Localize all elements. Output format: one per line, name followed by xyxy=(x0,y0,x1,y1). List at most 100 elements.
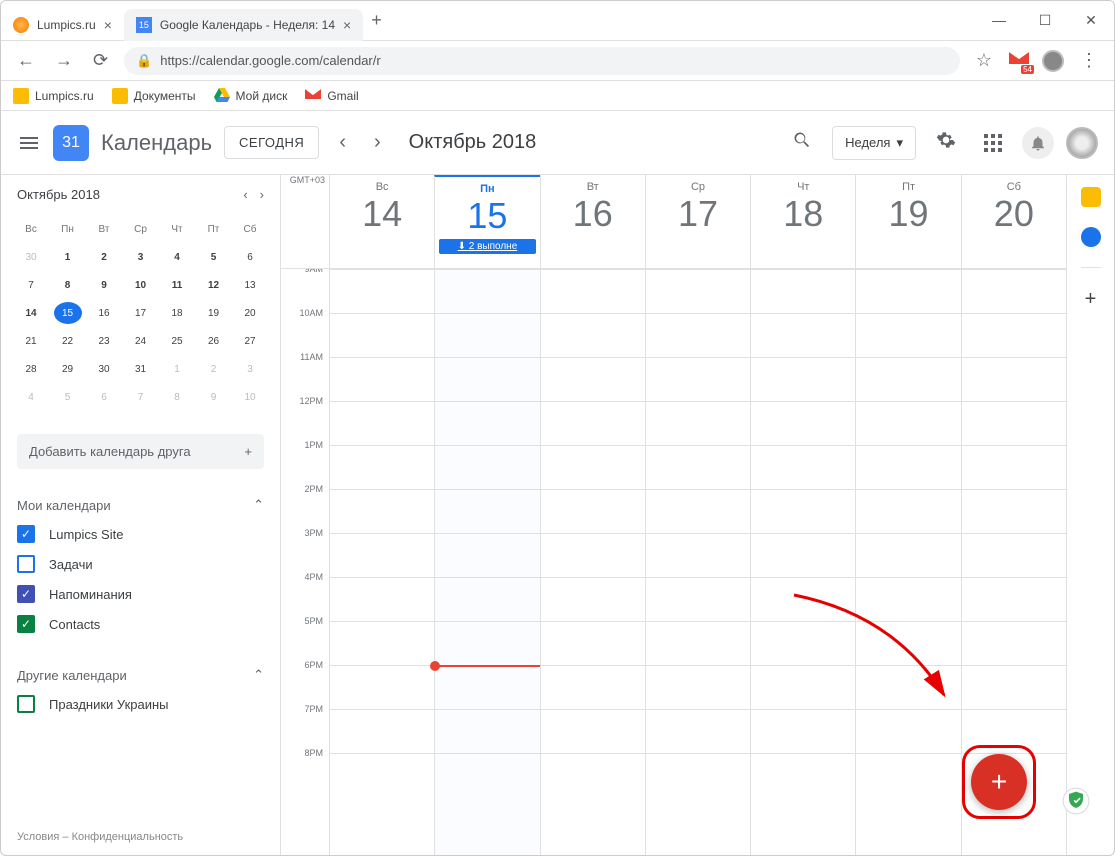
grid-column[interactable] xyxy=(434,269,539,855)
minical-day[interactable]: 27 xyxy=(236,330,264,352)
minical-day[interactable]: 9 xyxy=(90,274,118,296)
grid-column[interactable] xyxy=(540,269,645,855)
profile-avatar-ext[interactable] xyxy=(1042,50,1064,72)
minical-day[interactable]: 28 xyxy=(17,358,45,380)
day-header[interactable]: Пт19 xyxy=(855,175,960,268)
grid-column[interactable] xyxy=(855,269,960,855)
checkbox[interactable] xyxy=(17,555,35,573)
minical-day[interactable]: 9 xyxy=(200,386,228,408)
minical-day[interactable]: 22 xyxy=(54,330,82,352)
minical-day[interactable]: 19 xyxy=(200,302,228,324)
minical-day[interactable]: 1 xyxy=(54,246,82,268)
footer-links[interactable]: Условия – Конфиденциальность xyxy=(17,817,264,843)
minical-next[interactable]: › xyxy=(260,187,264,202)
minical-day[interactable]: 10 xyxy=(127,274,155,296)
minical-day[interactable]: 5 xyxy=(200,246,228,268)
time-grid[interactable]: 9AM10AM11AM12PM1PM2PM3PM4PM5PM6PM7PM8PM xyxy=(281,269,1066,855)
grid-column[interactable] xyxy=(750,269,855,855)
create-event-button[interactable]: + xyxy=(971,754,1027,810)
minical-day[interactable]: 2 xyxy=(90,246,118,268)
minical-day[interactable]: 12 xyxy=(200,274,228,296)
minical-day[interactable]: 3 xyxy=(236,358,264,380)
today-button[interactable]: СЕГОДНЯ xyxy=(224,126,319,159)
url-input[interactable]: 🔒 https://calendar.google.com/calendar/r xyxy=(124,47,960,75)
minical-day[interactable]: 2 xyxy=(200,358,228,380)
grid-column[interactable] xyxy=(329,269,434,855)
minical-day[interactable]: 15 xyxy=(54,302,82,324)
day-header[interactable]: Пн15⬇ 2 выполне xyxy=(434,175,539,268)
minical-day[interactable]: 6 xyxy=(90,386,118,408)
minical-day[interactable]: 3 xyxy=(127,246,155,268)
minical-prev[interactable]: ‹ xyxy=(243,187,247,202)
menu-icon[interactable] xyxy=(17,131,41,155)
minical-day[interactable]: 18 xyxy=(163,302,191,324)
profile-avatar[interactable] xyxy=(1066,127,1098,159)
calendar-item[interactable]: Праздники Украины xyxy=(17,689,264,719)
day-header[interactable]: Чт18 xyxy=(750,175,855,268)
mini-calendar[interactable]: ВсПнВтСрЧтПтСб30123456789101112131415161… xyxy=(17,218,264,414)
minical-day[interactable]: 23 xyxy=(90,330,118,352)
my-calendars-header[interactable]: Мои календари ⌃ xyxy=(17,491,264,519)
settings-icon[interactable] xyxy=(928,122,964,164)
grid-column[interactable] xyxy=(645,269,750,855)
minical-day[interactable]: 8 xyxy=(163,386,191,408)
keep-icon[interactable] xyxy=(1081,187,1101,207)
minical-day[interactable]: 11 xyxy=(163,274,191,296)
day-header[interactable]: Ср17 xyxy=(645,175,750,268)
next-week-button[interactable]: › xyxy=(366,123,389,162)
minimize-button[interactable]: — xyxy=(976,12,1022,29)
minical-day[interactable]: 17 xyxy=(127,302,155,324)
minical-day[interactable]: 5 xyxy=(54,386,82,408)
minical-day[interactable]: 4 xyxy=(17,386,45,408)
prev-week-button[interactable]: ‹ xyxy=(331,123,354,162)
calendar-item[interactable]: ✓Lumpics Site xyxy=(17,519,264,549)
minical-day[interactable]: 29 xyxy=(54,358,82,380)
add-addon-icon[interactable]: + xyxy=(1085,288,1097,311)
checkbox[interactable]: ✓ xyxy=(17,585,35,603)
minical-day[interactable]: 1 xyxy=(163,358,191,380)
menu-button[interactable]: ⋮ xyxy=(1076,46,1102,75)
minical-day[interactable]: 30 xyxy=(17,246,45,268)
minical-day[interactable]: 13 xyxy=(236,274,264,296)
apps-icon[interactable] xyxy=(976,126,1010,160)
other-calendars-header[interactable]: Другие календари ⌃ xyxy=(17,661,264,689)
day-header[interactable]: Сб20 xyxy=(961,175,1066,268)
minical-day[interactable]: 25 xyxy=(163,330,191,352)
bookmark-item[interactable]: Lumpics.ru xyxy=(13,88,94,104)
bookmark-item[interactable]: Gmail xyxy=(305,88,358,104)
minical-day[interactable]: 7 xyxy=(17,274,45,296)
minical-day[interactable]: 7 xyxy=(127,386,155,408)
calendar-item[interactable]: ✓Напоминания xyxy=(17,579,264,609)
minical-day[interactable]: 21 xyxy=(17,330,45,352)
calendar-item[interactable]: Задачи xyxy=(17,549,264,579)
new-tab-button[interactable]: + xyxy=(371,10,382,31)
bookmark-item[interactable]: Документы xyxy=(112,88,196,104)
browser-tab[interactable]: Lumpics.ru × xyxy=(1,9,124,41)
close-icon[interactable]: × xyxy=(104,17,112,33)
forward-button[interactable]: → xyxy=(51,46,77,75)
minical-day[interactable]: 8 xyxy=(54,274,82,296)
browser-tab-active[interactable]: 15 Google Календарь - Неделя: 14 × xyxy=(124,9,363,41)
back-button[interactable]: ← xyxy=(13,46,39,75)
day-header[interactable]: Вт16 xyxy=(540,175,645,268)
minical-day[interactable]: 20 xyxy=(236,302,264,324)
gmail-ext-icon[interactable]: 54 xyxy=(1008,49,1030,72)
minical-day[interactable]: 16 xyxy=(90,302,118,324)
checkbox[interactable]: ✓ xyxy=(17,615,35,633)
minical-day[interactable]: 26 xyxy=(200,330,228,352)
calendar-item[interactable]: ✓Contacts xyxy=(17,609,264,639)
minical-day[interactable]: 31 xyxy=(127,358,155,380)
checkbox[interactable]: ✓ xyxy=(17,525,35,543)
star-button[interactable]: ☆ xyxy=(972,46,996,75)
minical-day[interactable]: 4 xyxy=(163,246,191,268)
minical-day[interactable]: 6 xyxy=(236,246,264,268)
notifications-icon[interactable] xyxy=(1022,127,1054,159)
close-button[interactable]: ✕ xyxy=(1068,12,1114,29)
bookmark-item[interactable]: Мой диск xyxy=(214,88,288,104)
day-header[interactable]: Вс14 xyxy=(329,175,434,268)
allday-event[interactable]: ⬇ 2 выполне xyxy=(439,239,535,254)
checkbox[interactable] xyxy=(17,695,35,713)
minical-day[interactable]: 24 xyxy=(127,330,155,352)
search-icon[interactable] xyxy=(784,122,820,164)
reload-button[interactable]: ⟳ xyxy=(89,46,112,75)
